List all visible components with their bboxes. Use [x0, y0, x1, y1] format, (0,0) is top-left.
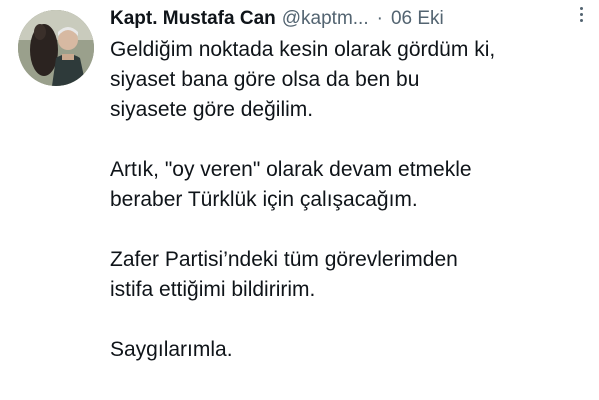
tweet-line: Zafer Partisi’ndeki tüm görevlerimden — [110, 248, 458, 271]
tweet: Kapt. Mustafa Can @kaptm... · 06 Eki Gel… — [0, 0, 599, 400]
author-handle[interactable]: @kaptm... — [282, 8, 369, 30]
tweet-line: Artık, "oy veren" olarak devam etmekle — [110, 158, 472, 181]
tweet-line: Geldiğim noktada kesin olarak gördüm ki, — [110, 38, 496, 61]
tweet-paragraph: Artık, "oy veren" olarak devam etmekle b… — [110, 155, 589, 215]
separator-dot: · — [376, 8, 383, 29]
tweet-line: beraber Türklük için çalışacağım. — [110, 188, 418, 211]
author-name[interactable]: Kapt. Mustafa Can — [110, 8, 276, 30]
tweet-paragraph: Geldiğim noktada kesin olarak gördüm ki,… — [110, 35, 589, 125]
tweet-header: Kapt. Mustafa Can @kaptm... · 06 Eki — [110, 6, 589, 32]
tweet-paragraph: Zafer Partisi’ndeki tüm görevlerimden is… — [110, 245, 589, 305]
more-dot — [579, 6, 583, 10]
tweet-line: siyasete göre değilim. — [110, 98, 314, 121]
tweet-text: Geldiğim noktada kesin olarak gördüm ki,… — [110, 35, 589, 395]
more-options-icon[interactable] — [571, 3, 591, 25]
more-dot — [579, 18, 583, 22]
tweet-line: istifa ettiğimi bildiririm. — [110, 278, 316, 301]
tweet-paragraph: Saygılarımla. — [110, 335, 589, 365]
more-dot — [579, 12, 583, 16]
tweet-line: Saygılarımla. — [110, 338, 233, 361]
profile-photo-image — [18, 10, 94, 86]
avatar[interactable] — [18, 10, 94, 86]
tweet-date[interactable]: 06 Eki — [391, 8, 444, 30]
tweet-line: siyaset bana göre olsa da ben bu — [110, 68, 420, 91]
